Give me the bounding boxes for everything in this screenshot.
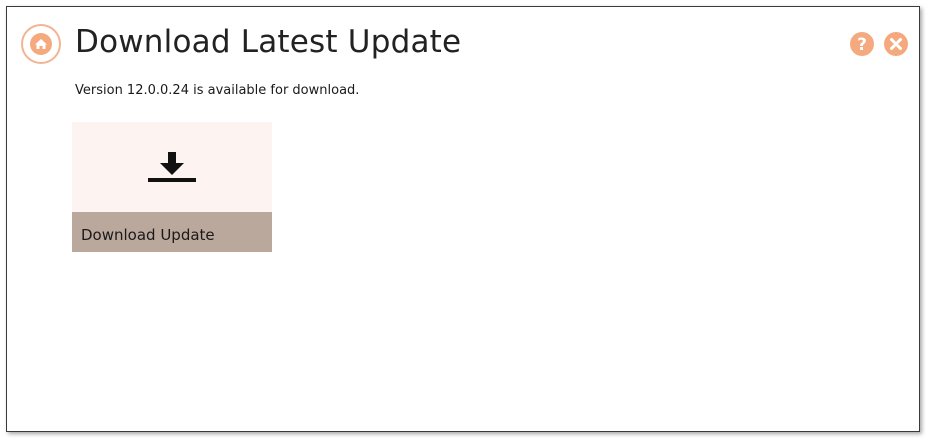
download-update-tile[interactable]: Download Update <box>72 122 272 252</box>
download-update-label: Download Update <box>81 226 215 244</box>
download-icon <box>148 152 196 182</box>
page-title: Download Latest Update <box>75 24 462 60</box>
version-message: Version 12.0.0.24 is available for downl… <box>75 83 360 98</box>
home-icon <box>30 33 52 55</box>
close-icon <box>890 38 902 50</box>
update-window: Download Latest Update ? Version 12.0.0.… <box>6 6 920 432</box>
download-tile-label-bar: Download Update <box>72 212 272 252</box>
home-button[interactable] <box>21 24 61 64</box>
help-icon: ? <box>857 35 867 55</box>
help-button[interactable]: ? <box>850 32 874 56</box>
close-button[interactable] <box>884 32 908 56</box>
download-tile-icon-area <box>72 122 272 212</box>
svg-text:?: ? <box>857 35 867 55</box>
